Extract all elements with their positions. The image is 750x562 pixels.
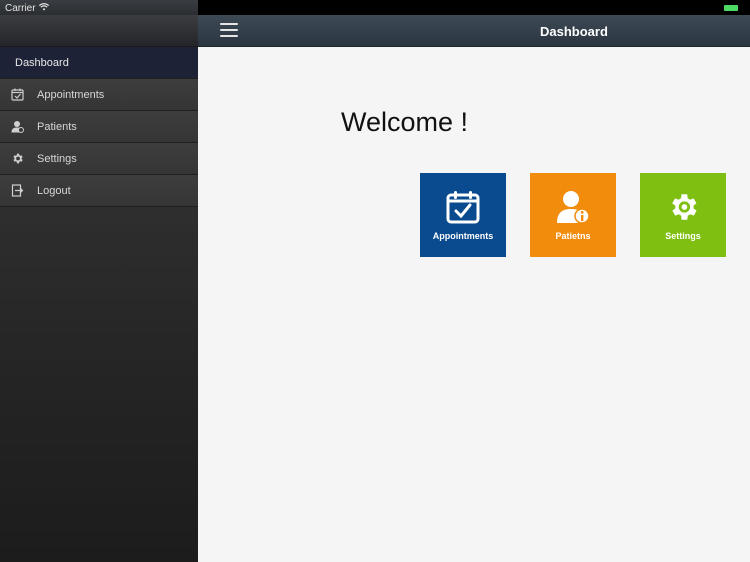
gear-icon — [666, 190, 700, 224]
sidebar-item-label: Dashboard — [15, 56, 69, 69]
battery-icon — [724, 5, 738, 11]
patients-tile[interactable]: Patietns — [530, 173, 616, 257]
sidebar-header — [0, 15, 198, 47]
sidebar-item-settings[interactable]: Settings — [0, 143, 198, 175]
tile-label: Patietns — [555, 231, 591, 241]
carrier-label: Carrier — [5, 3, 36, 14]
user-icon — [10, 120, 24, 134]
status-bar-left: Carrier — [0, 0, 198, 15]
tile-label: Settings — [665, 231, 701, 241]
sidebar: Dashboard Appointments Patients Settings… — [0, 15, 198, 562]
settings-tile[interactable]: Settings — [640, 173, 726, 257]
sidebar-item-label: Logout — [37, 184, 71, 197]
wifi-icon — [38, 3, 49, 14]
sidebar-item-logout[interactable]: Logout — [0, 175, 198, 207]
sidebar-item-dashboard[interactable]: Dashboard — [0, 47, 198, 79]
main-content: Dashboard Welcome ! Appointments Patietn… — [198, 15, 750, 562]
appointments-tile[interactable]: Appointments — [420, 173, 506, 257]
sidebar-item-label: Settings — [37, 152, 77, 165]
logout-icon — [10, 184, 24, 198]
sidebar-item-appointments[interactable]: Appointments — [0, 79, 198, 111]
user-info-icon — [556, 190, 590, 224]
calendar-icon — [10, 88, 24, 102]
welcome-heading: Welcome ! — [341, 107, 469, 137]
hamburger-menu-icon[interactable] — [220, 23, 238, 37]
status-bar-right — [198, 0, 750, 15]
sidebar-item-label: Patients — [37, 120, 77, 133]
calendar-check-icon — [446, 190, 480, 224]
topbar: Dashboard — [198, 15, 750, 47]
tile-label: Appointments — [432, 231, 494, 241]
page-title: Dashboard — [540, 24, 608, 39]
status-bar: Carrier — [0, 0, 750, 15]
sidebar-item-patients[interactable]: Patients — [0, 111, 198, 143]
gear-icon — [10, 152, 24, 166]
sidebar-item-label: Appointments — [37, 88, 105, 101]
